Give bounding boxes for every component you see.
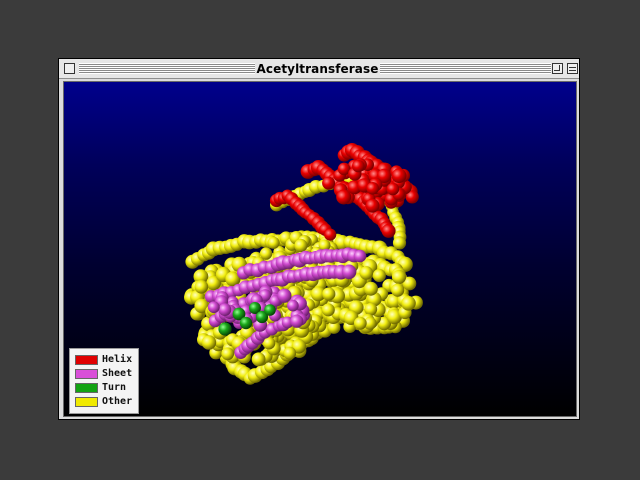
helix-atom [386,182,400,196]
collapse-box[interactable] [567,63,578,74]
turn-atom [218,322,232,336]
other-atom [251,352,266,367]
other-atom [353,316,367,330]
sheet-atom [353,249,367,263]
turn-swatch [75,383,98,393]
other-atom [201,335,217,350]
other-atom [364,302,378,316]
other-atom [259,247,273,260]
helix-atom [391,168,407,184]
helix-atom [381,223,396,238]
legend-item-turn: Turn [75,381,138,395]
other-atom [359,266,374,280]
turn-atom [239,316,253,330]
sheet-atom [218,303,232,316]
window-title: Acetyltransferase [255,60,380,78]
other-label: Other [102,396,133,407]
other-swatch [75,397,98,407]
zoom-box[interactable] [552,63,563,74]
titlebar-stripes-right [380,63,551,74]
helix-label: Helix [102,354,133,365]
secondary-structure-legend: Helix Sheet Turn Other [69,348,139,414]
titlebar-stripes-left [79,63,255,74]
other-atom [283,346,297,360]
other-atom [194,280,209,294]
helix-atom [336,189,352,205]
turn-label: Turn [102,382,127,393]
other-atom [391,269,407,285]
legend-item-helix: Helix [75,353,138,367]
helix-atom [324,228,337,241]
other-atom [321,303,335,317]
legend-item-sheet: Sheet [75,367,138,381]
sheet-atom [277,288,292,303]
other-atom [294,238,308,253]
helix-atom [366,182,380,195]
sheet-label: Sheet [102,368,133,379]
sheet-swatch [75,369,98,379]
sheet-atom [341,264,357,280]
other-atom [392,236,407,250]
helix-atom [322,176,336,190]
sheet-atom [207,301,220,314]
other-atom [391,283,405,297]
other-atom [401,296,416,311]
other-atom [322,287,336,301]
helix-swatch [75,355,98,365]
molecule-viewport[interactable]: Helix Sheet Turn Other [63,81,577,417]
acetyltransferase-window: Acetyltransferase Helix Sheet Turn Other [58,58,580,420]
protein-structure [184,143,423,385]
other-atom [372,268,386,283]
other-atom [221,347,235,361]
other-atom [363,281,378,296]
turn-atom [264,304,276,316]
helix-atom [352,159,365,173]
sheet-atom [290,314,304,328]
helix-atom [365,198,380,213]
legend-item-other: Other [75,395,138,409]
desktop: Acetyltransferase Helix Sheet Turn Other [0,0,640,480]
close-box[interactable] [64,63,75,74]
sheet-atom [287,299,299,312]
other-atom [267,236,280,249]
window-titlebar[interactable]: Acetyltransferase [59,59,579,79]
